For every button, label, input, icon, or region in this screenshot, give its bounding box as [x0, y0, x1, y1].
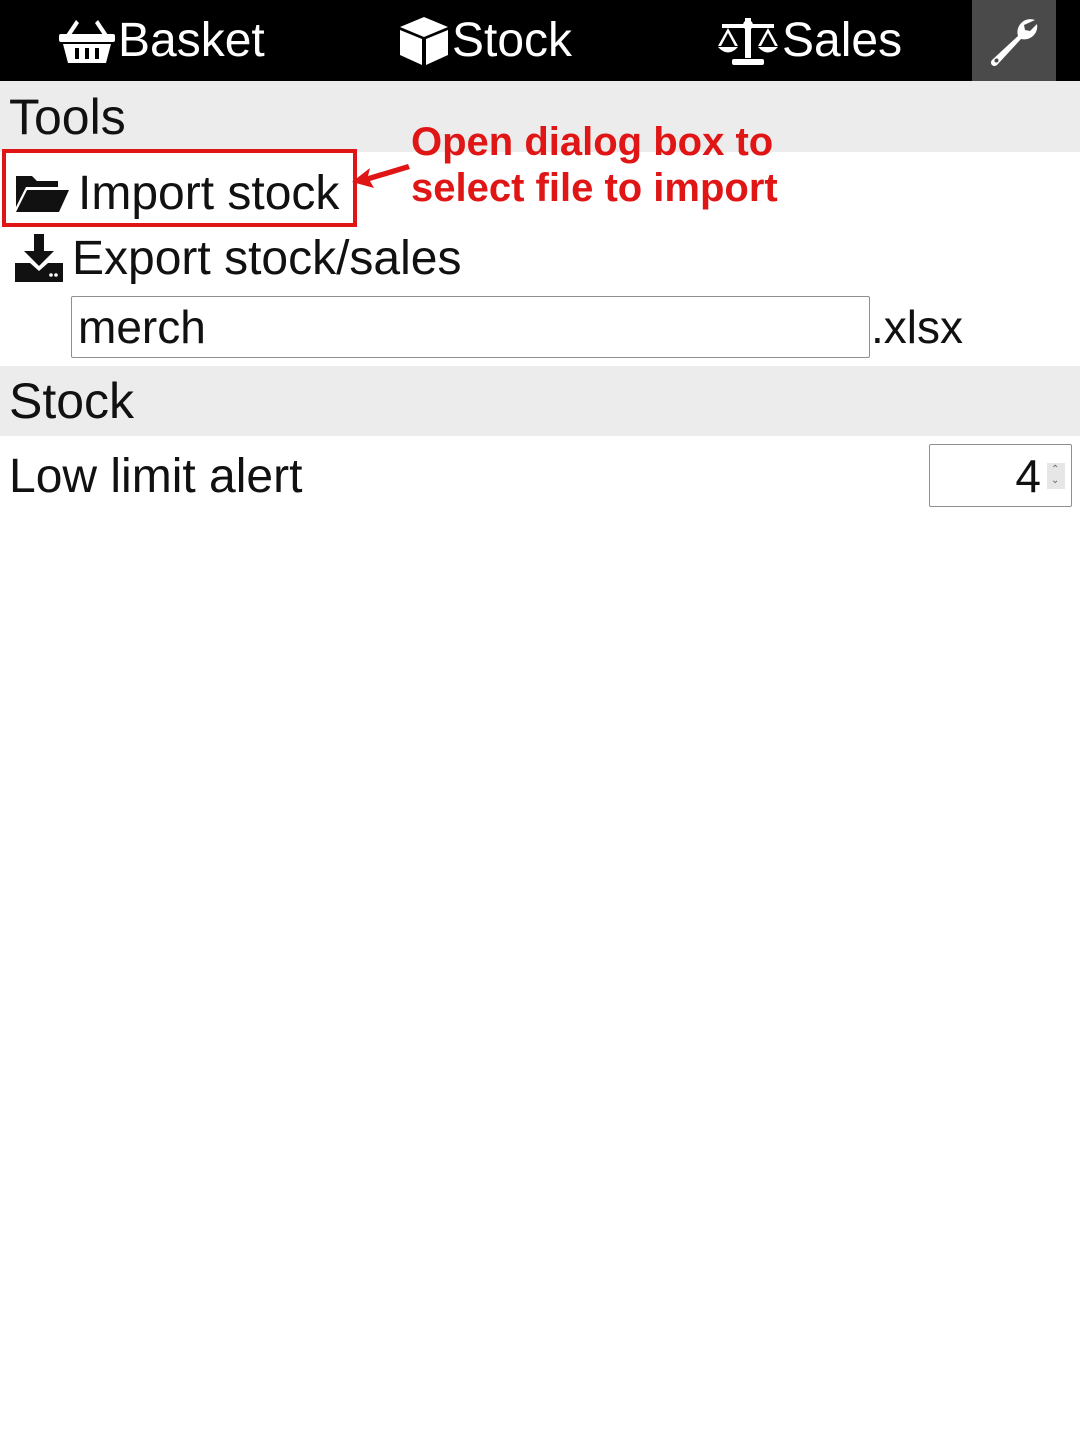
tab-basket-label: Basket [118, 14, 265, 67]
folder-open-icon [14, 173, 70, 213]
export-filename-input[interactable] [71, 296, 870, 358]
scale-icon [716, 16, 780, 66]
tab-stock-label: Stock [452, 14, 573, 67]
export-stock-sales-label: Export stock/sales [72, 231, 462, 285]
tab-stock[interactable]: Stock [398, 0, 572, 81]
basket-icon [58, 17, 116, 65]
tab-settings[interactable] [972, 0, 1056, 81]
annotation-arrow-icon [352, 164, 410, 188]
tab-basket[interactable]: Basket [58, 0, 265, 81]
spinner-up-icon[interactable]: ⌃ [1051, 465, 1059, 475]
tab-sales-label: Sales [782, 14, 903, 67]
import-stock-button[interactable]: Import stock [14, 162, 339, 224]
spinner-down-icon[interactable]: ⌄ [1051, 476, 1059, 486]
import-stock-label: Import stock [78, 166, 340, 220]
wrench-icon [989, 16, 1039, 66]
low-limit-alert-input[interactable]: 4 ⌃ ⌄ [929, 444, 1072, 507]
export-stock-sales-button[interactable]: Export stock/sales [14, 227, 461, 289]
stock-section-header: Stock [0, 366, 1080, 436]
low-limit-alert-label: Low limit alert [9, 449, 303, 503]
annotation-text-line-1: Open dialog box to [411, 120, 774, 164]
annotation-text: Open dialog box to select file to import [411, 119, 831, 211]
top-nav-bar: Basket Stock Sales [0, 0, 1080, 81]
tab-sales[interactable]: Sales [716, 0, 902, 81]
low-limit-alert-value: 4 [1015, 449, 1041, 502]
file-extension-label: .xlsx [871, 301, 963, 353]
box-icon [398, 16, 450, 66]
number-spinner[interactable]: ⌃ ⌄ [1047, 463, 1065, 489]
download-icon [14, 233, 64, 283]
annotation-text-line-2: select file to import [411, 166, 778, 210]
